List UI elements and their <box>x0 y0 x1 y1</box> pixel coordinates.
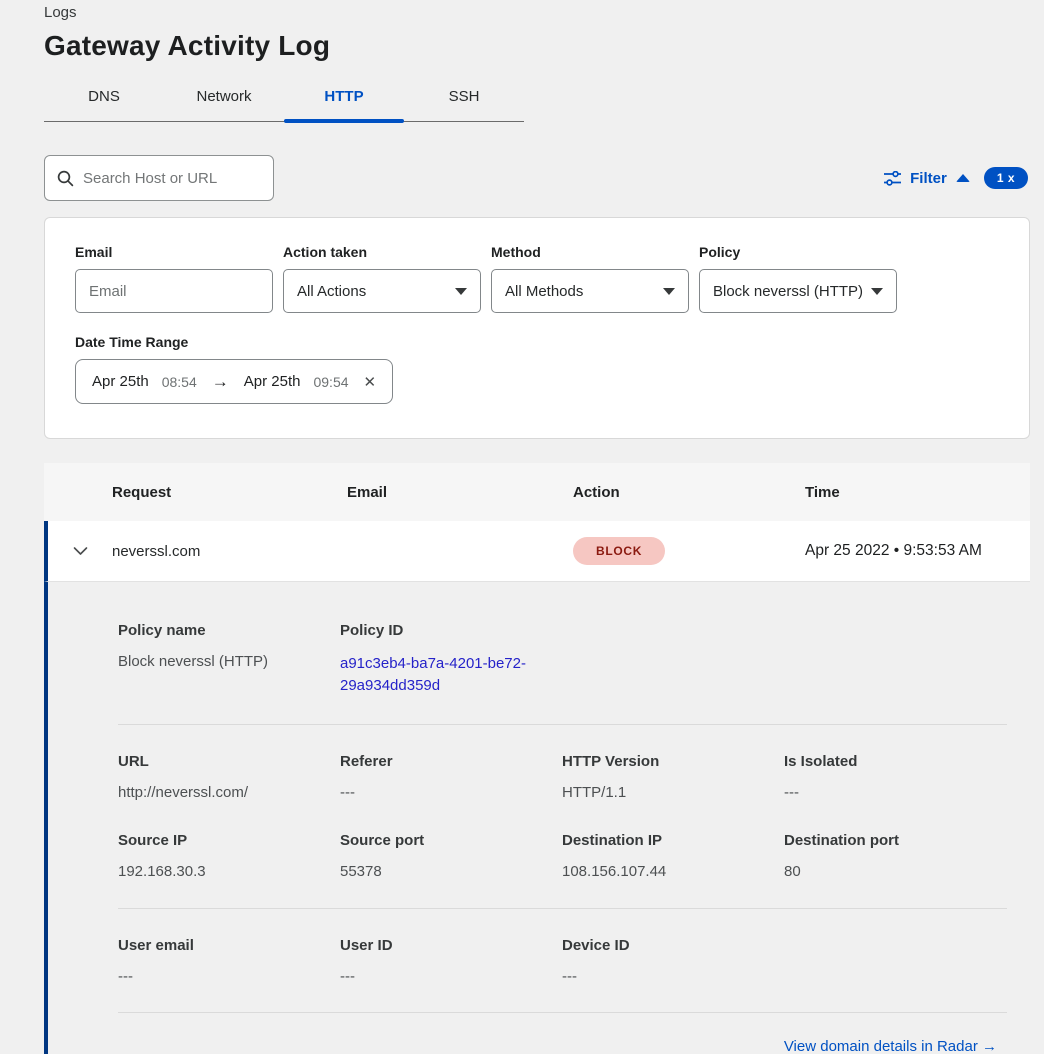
row-details-panel: Policy name Block neverssl (HTTP) Policy… <box>44 582 1030 1054</box>
header-action: Action <box>573 484 805 501</box>
block-status-badge: BLOCK <box>573 537 665 565</box>
page-title: Gateway Activity Log <box>44 30 1030 62</box>
filter-label: Filter <box>910 170 947 187</box>
detail-user-email: User email --- <box>118 937 340 985</box>
search-input[interactable] <box>83 170 282 187</box>
detail-destination-port: Destination port 80 <box>784 832 1007 880</box>
email-label: Email <box>75 244 273 260</box>
policy-select[interactable]: Block neverssl (HTTP) <box>699 269 897 313</box>
chevron-up-icon <box>956 174 970 182</box>
date-range-picker[interactable]: Apr 25th 08:54 → Apr 25th 09:54 ✕ <box>75 359 393 404</box>
tab-dns[interactable]: DNS <box>44 76 164 121</box>
policy-label: Policy <box>699 244 897 260</box>
search-box[interactable] <box>44 155 274 201</box>
detail-source-ip: Source IP 192.168.30.3 <box>118 832 340 880</box>
header-email: Email <box>347 484 573 501</box>
start-time[interactable]: 08:54 <box>162 374 197 390</box>
filter-field-policy: Policy Block neverssl (HTTP) <box>699 244 897 313</box>
breadcrumb[interactable]: Logs <box>44 4 1030 21</box>
detail-user-id: User ID --- <box>340 937 562 985</box>
chevron-down-icon <box>663 288 675 295</box>
detail-is-isolated: Is Isolated --- <box>784 753 1007 801</box>
header-request: Request <box>112 484 347 501</box>
detail-device-id: Device ID --- <box>562 937 784 985</box>
detail-http-version: HTTP Version HTTP/1.1 <box>562 753 784 801</box>
filter-field-action-taken: Action taken All Actions <box>283 244 481 313</box>
detail-destination-ip: Destination IP 108.156.107.44 <box>562 832 784 880</box>
filter-field-method: Method All Methods <box>491 244 689 313</box>
end-time[interactable]: 09:54 <box>313 374 348 390</box>
detail-url: URL http://neverssl.com/ <box>118 753 340 801</box>
detail-policy-id: Policy ID a91c3eb4-ba7a-4201-be72-29a934… <box>340 622 562 697</box>
action-taken-label: Action taken <box>283 244 481 260</box>
filter-toggle[interactable]: Filter 1 x <box>884 167 1030 189</box>
tab-network[interactable]: Network <box>164 76 284 121</box>
table-row[interactable]: neverssl.com BLOCK Apr 25 2022 • 9:53:53… <box>44 521 1030 582</box>
chevron-down-icon <box>871 288 883 295</box>
filter-field-date-range: Date Time Range Apr 25th 08:54 → Apr 25t… <box>75 334 999 404</box>
detail-source-port: Source port 55378 <box>340 832 562 880</box>
log-type-tabs: DNS Network HTTP SSH <box>44 76 524 122</box>
filter-panel: Email Action taken All Actions Method Al… <box>44 217 1030 439</box>
policy-id-link[interactable]: a91c3eb4-ba7a-4201-be72-29a934dd359d <box>340 653 540 697</box>
detail-policy-name: Policy name Block neverssl (HTTP) <box>118 622 340 697</box>
action-taken-select[interactable]: All Actions <box>283 269 481 313</box>
search-filter-row: Filter 1 x <box>44 155 1030 201</box>
tab-ssh[interactable]: SSH <box>404 76 524 121</box>
detail-referer: Referer --- <box>340 753 562 801</box>
start-date[interactable]: Apr 25th <box>92 373 149 390</box>
chevron-down-icon <box>455 288 467 295</box>
range-arrow-icon: → <box>212 372 229 392</box>
end-date[interactable]: Apr 25th <box>244 373 301 390</box>
row-expand-chevron-icon[interactable] <box>73 546 88 556</box>
filter-field-email: Email <box>75 244 273 313</box>
email-field[interactable] <box>89 283 259 300</box>
date-range-label: Date Time Range <box>75 334 999 350</box>
method-select[interactable]: All Methods <box>491 269 689 313</box>
activity-log-table: Request Email Action Time neverssl.com B… <box>44 463 1030 1054</box>
divider <box>118 724 1007 725</box>
row-time: Apr 25 2022 • 9:53:53 AM <box>805 542 1030 560</box>
row-request: neverssl.com <box>112 543 347 560</box>
header-time: Time <box>805 484 1030 501</box>
page: Logs Gateway Activity Log DNS Network HT… <box>0 0 1044 1054</box>
method-label: Method <box>491 244 689 260</box>
search-icon <box>57 170 74 187</box>
divider <box>118 908 1007 909</box>
radar-details-link[interactable]: View domain details in Radar → <box>784 1038 997 1054</box>
filter-sliders-icon <box>884 171 901 186</box>
table-header-row: Request Email Action Time <box>44 463 1030 521</box>
clear-date-range-icon[interactable]: ✕ <box>364 373 377 391</box>
tab-http[interactable]: HTTP <box>284 76 404 121</box>
filter-count-badge[interactable]: 1 x <box>984 167 1028 189</box>
